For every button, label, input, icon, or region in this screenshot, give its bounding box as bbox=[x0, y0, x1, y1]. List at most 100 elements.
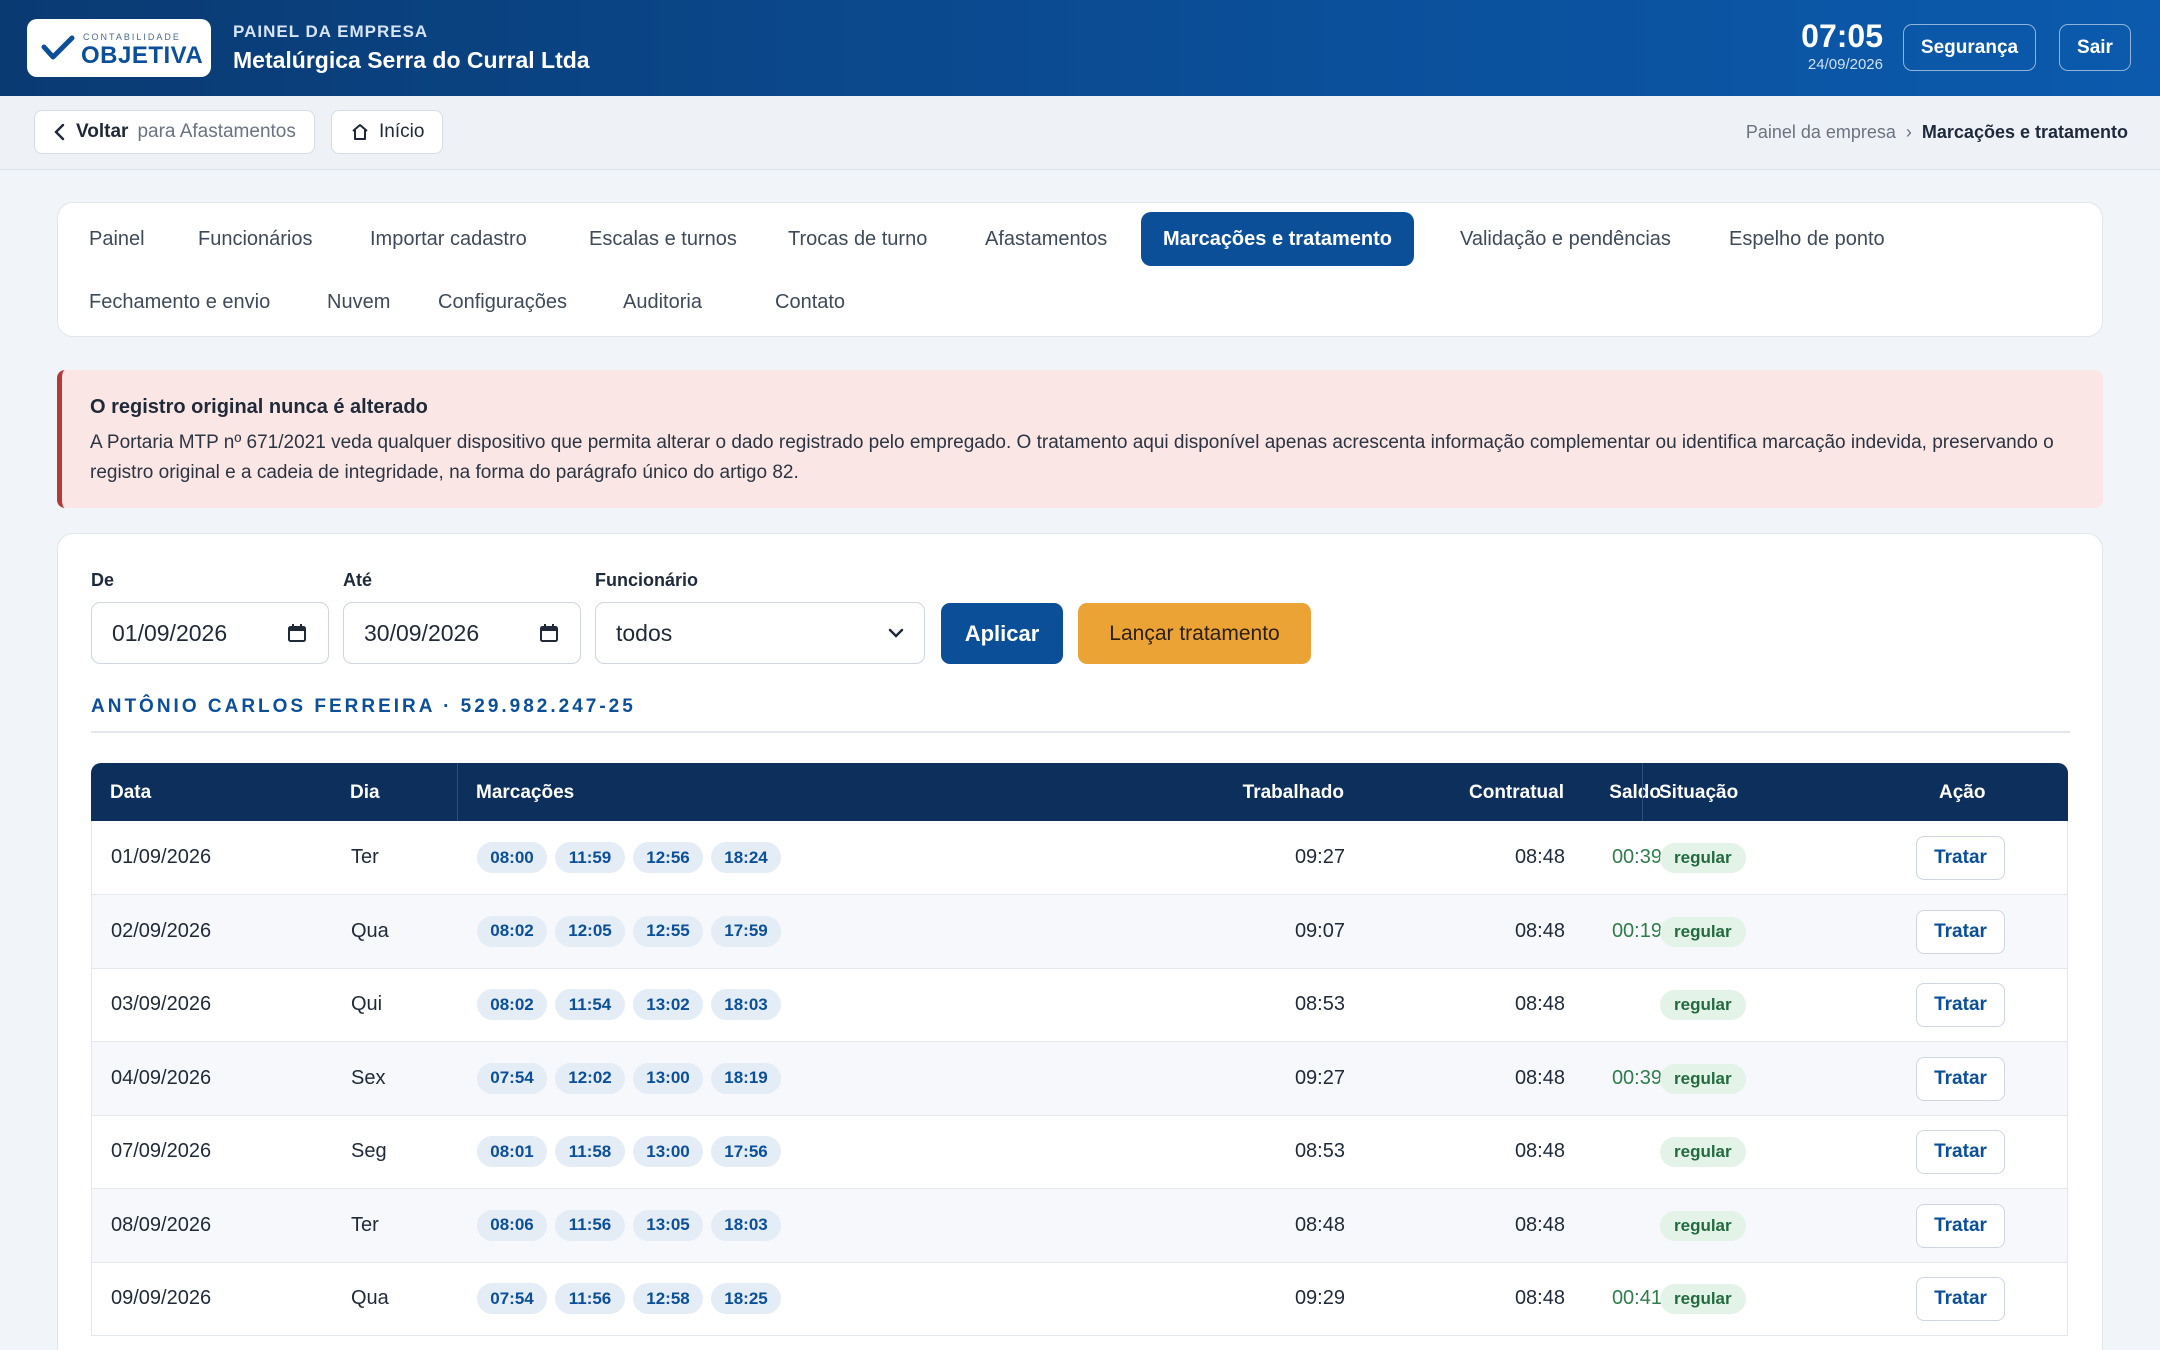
tratar-button[interactable]: Tratar bbox=[1916, 1130, 2005, 1174]
cell-trabalhado: 09:27 bbox=[1294, 846, 1345, 868]
marking-chip: 12:55 bbox=[633, 915, 703, 947]
marking-chip: 12:58 bbox=[633, 1283, 703, 1314]
tab-importar-cadastro[interactable]: Importar cadastro bbox=[348, 212, 549, 266]
table-row: 04/09/2026 Sex 07:54 12:02 13:00 18:19 09:27 08… bbox=[91, 1041, 2068, 1116]
logout-button[interactable]: Sair bbox=[2059, 24, 2131, 71]
tratar-button[interactable]: Tratar bbox=[1916, 1203, 2005, 1248]
to-date-value: 30/09/2026 bbox=[364, 619, 480, 646]
tab-trocas-turno[interactable]: Trocas de turno bbox=[766, 212, 949, 266]
col-acao: Ação bbox=[1939, 782, 1986, 803]
cell-contratual: 08:48 bbox=[1514, 993, 1565, 1015]
calendar-icon[interactable] bbox=[538, 622, 560, 644]
cell-trabalhado: 09:27 bbox=[1294, 1066, 1345, 1089]
marking-chip: 18:24 bbox=[711, 842, 781, 873]
table-row: 02/09/2026 Qua 08:02 12:05 12:55 17:59 09:07 08… bbox=[91, 894, 2068, 969]
tab-funcionarios[interactable]: Funcionários bbox=[176, 212, 335, 266]
back-target: para Afastamentos bbox=[137, 121, 296, 142]
cell-dia: Ter bbox=[351, 846, 379, 868]
tratar-button[interactable]: Tratar bbox=[1916, 1056, 2005, 1101]
cell-saldo: 00:19 bbox=[1611, 919, 1662, 942]
tab-auditoria[interactable]: Auditoria bbox=[601, 275, 724, 329]
cell-data: 02/09/2026 bbox=[111, 919, 212, 942]
employee-label: Funcionário bbox=[595, 570, 698, 590]
marking-chip: 18:03 bbox=[711, 1209, 781, 1241]
alert-title: O registro original nunca é alterado bbox=[90, 396, 428, 418]
cell-saldo: 00:41 bbox=[1611, 1287, 1662, 1309]
cell-trabalhado: 09:07 bbox=[1294, 919, 1345, 942]
markings-chips: 08:00 11:59 12:56 18:24 bbox=[477, 842, 781, 873]
marking-chip: 17:59 bbox=[711, 915, 781, 947]
cell-dia: Sex bbox=[351, 1066, 386, 1089]
tab-validacao-pendencias[interactable]: Validação e pendências bbox=[1438, 212, 1693, 266]
to-date-input[interactable]: 30/09/2026 bbox=[343, 602, 581, 664]
header-divider bbox=[457, 763, 458, 821]
marking-chip: 08:02 bbox=[477, 989, 547, 1020]
employee-select-value: todos bbox=[616, 619, 673, 646]
tab-configuracoes[interactable]: Configurações bbox=[416, 275, 589, 329]
home-icon bbox=[352, 124, 368, 140]
home-label: Início bbox=[379, 121, 425, 142]
tab-afastamentos[interactable]: Afastamentos bbox=[963, 212, 1129, 266]
alert-text: A Portaria MTP nº 671/2021 veda qualquer… bbox=[90, 432, 2054, 483]
calendar-icon[interactable] bbox=[286, 622, 308, 644]
marking-chip: 07:54 bbox=[477, 1283, 547, 1314]
cell-dia: Ter bbox=[351, 1213, 379, 1236]
marking-chip: 08:06 bbox=[477, 1209, 547, 1241]
cell-data: 07/09/2026 bbox=[111, 1140, 212, 1162]
security-button[interactable]: Segurança bbox=[1903, 24, 2036, 71]
status-badge: regular bbox=[1660, 916, 1746, 947]
integrity-alert: O registro original nunca é alterado A P… bbox=[57, 370, 2103, 508]
col-data: Data bbox=[110, 782, 152, 803]
breadcrumb-current: Marcações e tratamento bbox=[1921, 122, 2128, 142]
markings-chips: 08:01 11:58 13:00 17:56 bbox=[477, 1136, 781, 1167]
tab-nuvem[interactable]: Nuvem bbox=[305, 275, 412, 329]
col-situacao: Situação bbox=[1659, 782, 1739, 803]
tab-espelho-ponto[interactable]: Espelho de ponto bbox=[1707, 212, 1907, 266]
from-date-input[interactable]: 01/09/2026 bbox=[91, 602, 329, 664]
header-kicker: PAINEL DA EMPRESA bbox=[233, 22, 429, 41]
tab-fechamento-envio[interactable]: Fechamento e envio bbox=[67, 275, 292, 329]
breadcrumb-item-painel[interactable]: Painel da empresa bbox=[1746, 122, 1896, 143]
status-badge: regular bbox=[1660, 1063, 1746, 1094]
cell-data: 03/09/2026 bbox=[111, 993, 212, 1015]
table-row: 09/09/2026 Qua 07:54 11:56 12:58 18:25 09:29 08… bbox=[91, 1262, 2068, 1336]
home-button[interactable]: Início bbox=[331, 110, 444, 154]
markings-chips: 08:02 12:05 12:55 17:59 bbox=[477, 915, 781, 947]
marking-chip: 12:02 bbox=[555, 1062, 625, 1094]
tratar-button[interactable]: Tratar bbox=[1916, 1277, 2005, 1321]
col-saldo: Saldo bbox=[1609, 782, 1661, 803]
marking-chip: 07:54 bbox=[477, 1062, 547, 1094]
marking-chip: 11:56 bbox=[555, 1283, 625, 1314]
marking-chip: 12:56 bbox=[633, 842, 703, 873]
breadcrumb: Painel da empresa › Marcações e tratamen… bbox=[1746, 122, 2128, 143]
logo-big-text: OBJETIVA bbox=[81, 42, 204, 69]
to-label: Até bbox=[343, 570, 373, 590]
marking-chip: 11:59 bbox=[555, 842, 625, 873]
tab-contato[interactable]: Contato bbox=[753, 275, 867, 329]
tratar-button[interactable]: Tratar bbox=[1916, 836, 2005, 880]
col-marcacoes: Marcações bbox=[476, 782, 575, 803]
launch-treatment-button[interactable]: Lançar tratamento bbox=[1078, 603, 1311, 664]
from-date-value: 01/09/2026 bbox=[112, 619, 228, 646]
marking-chip: 08:01 bbox=[477, 1136, 547, 1167]
cell-contratual: 08:48 bbox=[1514, 1140, 1565, 1162]
table-row: 07/09/2026 Seg 08:01 11:58 13:00 17:56 08:53 08… bbox=[91, 1115, 2068, 1189]
back-button[interactable]: Voltar para Afastamentos bbox=[34, 110, 315, 154]
sub-toolbar: Voltar para Afastamentos Início Painel d… bbox=[0, 96, 2160, 170]
marking-chip: 13:05 bbox=[633, 1209, 703, 1241]
company-logo[interactable]: CONTABILIDADE OBJETIVA bbox=[27, 19, 211, 77]
tratar-button[interactable]: Tratar bbox=[1916, 909, 2005, 954]
tab-escalas-turnos[interactable]: Escalas e turnos bbox=[567, 212, 759, 266]
employee-select[interactable]: todos bbox=[595, 602, 925, 664]
col-contratual: Contratual bbox=[1469, 782, 1564, 803]
cell-dia: Qui bbox=[351, 993, 383, 1015]
cell-trabalhado: 08:48 bbox=[1294, 1213, 1345, 1236]
marking-chip: 12:05 bbox=[555, 915, 625, 947]
cell-trabalhado: 08:53 bbox=[1294, 993, 1345, 1015]
apply-button[interactable]: Aplicar bbox=[941, 603, 1063, 664]
tratar-button[interactable]: Tratar bbox=[1916, 983, 2005, 1027]
table-row: 08/09/2026 Ter 08:06 11:56 13:05 18:03 08:48 08… bbox=[91, 1188, 2068, 1263]
tab-marcacoes-tratamento[interactable]: Marcações e tratamento bbox=[1141, 212, 1414, 266]
cell-trabalhado: 08:53 bbox=[1294, 1140, 1345, 1162]
tab-painel[interactable]: Painel bbox=[67, 212, 167, 266]
